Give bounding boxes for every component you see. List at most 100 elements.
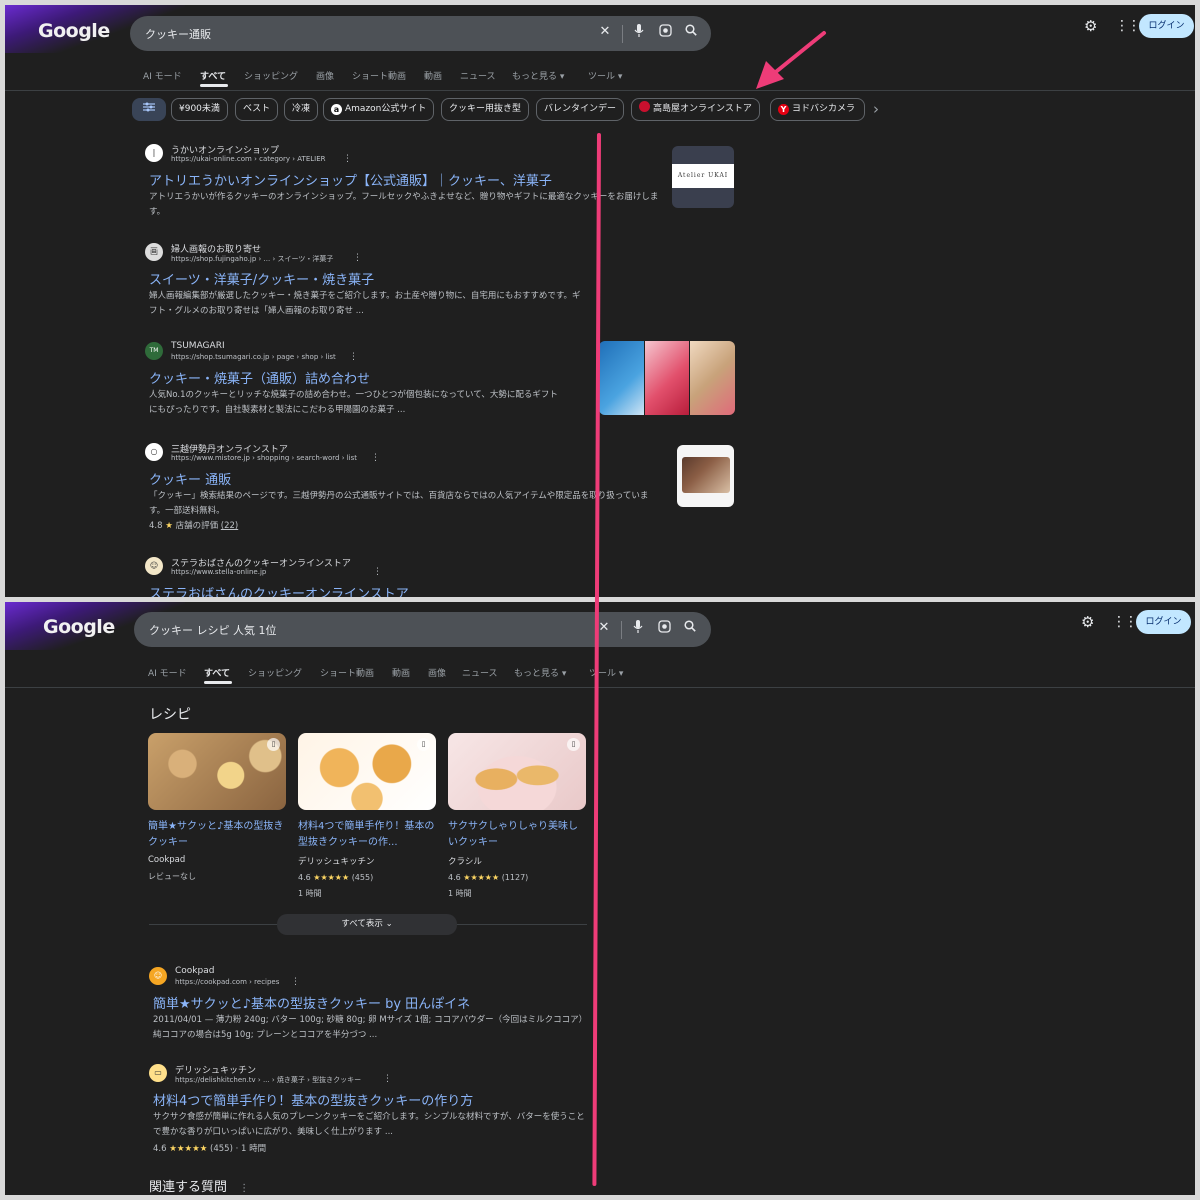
tab-videos[interactable]: 動画 (392, 666, 410, 679)
more-options-icon[interactable]: ⋮ (383, 1074, 392, 1084)
result-url[interactable]: https://www.stella-online.jp (171, 568, 266, 576)
result-title[interactable]: スイーツ・洋菓子/クッキー・焼き菓子 (149, 269, 374, 288)
result-title[interactable]: ステラおばさんのクッキーオンラインストア (149, 583, 409, 597)
chip-under-900[interactable]: ¥900未満 (171, 98, 228, 121)
result-url[interactable]: https://ukai-online.com › category › ATE… (171, 155, 326, 163)
result-title[interactable]: 材料4つで簡単手作り！基本の型抜きクッキーの作り方 (153, 1090, 473, 1109)
tab-news[interactable]: ニュース (462, 666, 498, 679)
recipe-image-kurashiru: ▯ (448, 733, 586, 810)
chip-cookie-cutter[interactable]: クッキー用抜き型 (441, 98, 530, 121)
search-bar[interactable]: クッキー通販 ✕ (130, 16, 711, 51)
more-options-icon[interactable]: ⋮ (291, 977, 300, 987)
login-button[interactable]: ログイン (1136, 610, 1191, 634)
search-icon[interactable] (681, 620, 699, 636)
tab-ai-mode[interactable]: AI モード (148, 666, 187, 679)
result-url[interactable]: https://shop.tsumagari.co.jp › page › sh… (171, 353, 336, 361)
bookmark-icon[interactable]: ▯ (417, 738, 430, 751)
recipe-title[interactable]: 簡単★サクッと♪基本の型抜きクッキー (148, 819, 286, 851)
result-url[interactable]: https://delishkitchen.tv › ... › 焼き菓子 › … (175, 1075, 361, 1085)
result-site[interactable]: TSUMAGARI (171, 341, 225, 351)
clear-icon[interactable]: ✕ (596, 24, 614, 39)
stars-icon: ★★★★★ (463, 873, 500, 882)
tab-images[interactable]: 画像 (428, 666, 446, 679)
tab-short-videos[interactable]: ショート動画 (352, 69, 406, 82)
result-snippet: アトリエうかいが作るクッキーのオンラインショップ。フールセックやふきよせなど、贈… (149, 192, 659, 217)
result-url[interactable]: https://www.mistore.jp › shopping › sear… (171, 454, 357, 462)
lens-icon[interactable] (655, 620, 673, 637)
chip-takashimaya[interactable]: 高島屋オンラインストア (631, 98, 760, 121)
tab-images[interactable]: 画像 (316, 69, 334, 82)
result-site[interactable]: Cookpad (175, 966, 214, 976)
result-thumbnail-strip[interactable] (599, 341, 735, 415)
google-logo[interactable]: Google (43, 616, 115, 638)
more-options-icon[interactable]: ⋮ (239, 1183, 249, 1194)
recipes-heading: レシピ (149, 707, 191, 723)
mic-icon[interactable] (630, 24, 648, 41)
search-divider (622, 25, 623, 43)
search-bar[interactable]: クッキー レシピ 人気 1位 ✕ (134, 612, 711, 647)
search-input[interactable]: クッキー通販 (145, 26, 211, 42)
search-icon[interactable] (682, 24, 700, 40)
result-title[interactable]: クッキー・焼菓子（通販）詰め合わせ (149, 368, 370, 387)
gear-icon[interactable]: ⚙ (1081, 613, 1094, 631)
recipe-card[interactable]: ▯ 材料4つで簡単手作り！基本の型抜きクッキーの作... デリッシュキッチン 4… (298, 733, 436, 899)
chevron-down-icon: ⌄ (385, 919, 393, 929)
delishkitchen-favicon: ▭ (149, 1064, 167, 1082)
result-title[interactable]: 簡単★サクッと♪基本の型抜きクッキー by 田んぽイネ (153, 993, 470, 1012)
chip-best[interactable]: ベスト (235, 98, 279, 121)
active-tab-indicator (200, 84, 228, 87)
chip-frozen[interactable]: 冷凍 (284, 98, 319, 121)
result-rating: 4.6 ★★★★★ (455) · 1 時間 (153, 1144, 267, 1154)
bookmark-icon[interactable]: ▯ (567, 738, 580, 751)
result-thumbnail[interactable]: Atelier UKAI (672, 146, 734, 208)
google-logo[interactable]: Google (38, 20, 110, 42)
result-thumbnail[interactable] (677, 445, 734, 507)
tab-tools[interactable]: ツール ▾ (588, 69, 622, 82)
tab-shopping[interactable]: ショッピング (248, 666, 302, 679)
tab-more[interactable]: もっと見る ▾ (512, 69, 564, 82)
more-options-icon[interactable]: ⋮ (343, 154, 352, 164)
recipe-review: レビューなし (148, 872, 196, 881)
tab-ai-mode[interactable]: AI モード (143, 69, 182, 82)
tab-all[interactable]: すべて (204, 666, 230, 679)
result-snippet: 人気No.1のクッキーとリッチな焼菓子の詰め合わせ。一つひとつが個包装になってい… (149, 390, 558, 415)
recipe-card[interactable]: ▯ 簡単★サクッと♪基本の型抜きクッキー Cookpad レビューなし (148, 733, 286, 882)
bookmark-icon[interactable]: ▯ (267, 738, 280, 751)
result-url[interactable]: https://cookpad.com › recipes (175, 978, 279, 986)
more-options-icon[interactable]: ⋮ (349, 352, 358, 362)
login-button[interactable]: ログイン (1139, 14, 1194, 38)
tab-news[interactable]: ニュース (460, 69, 496, 82)
result-title[interactable]: クッキー 通販 (149, 469, 231, 488)
mic-icon[interactable] (629, 620, 647, 637)
result-snippet: 2011/04/01 — 薄力粉 240g; バター 100g; 砂糖 80g;… (153, 1015, 588, 1040)
chip-amazon[interactable]: a Amazon公式サイト (323, 98, 435, 121)
tab-short-videos[interactable]: ショート動画 (320, 666, 374, 679)
result-title[interactable]: アトリエうかいオンラインショップ【公式通販】｜クッキー、洋菓子 (149, 170, 552, 189)
filter-chip-settings[interactable] (132, 98, 166, 121)
tab-more[interactable]: もっと見る ▾ (514, 666, 566, 679)
chip-yodobashi[interactable]: Y ヨドバシカメラ (770, 98, 865, 121)
result-snippet: サクサク食感が簡単に作れる人気のプレーンクッキーをご紹介します。シンプルな材料で… (153, 1112, 585, 1137)
chevron-right-icon[interactable]: › (873, 100, 879, 118)
more-options-icon[interactable]: ⋮ (353, 253, 362, 263)
recipe-card[interactable]: ▯ サクサクしゃりしゃり美味しいクッキー クラシル 4.6 ★★★★★ (112… (448, 733, 586, 899)
fujingaho-favicon: 画 (145, 243, 163, 261)
chip-valentine[interactable]: バレンタインデー (536, 98, 625, 121)
gear-icon[interactable]: ⚙ (1084, 17, 1097, 35)
more-options-icon[interactable]: ⋮ (371, 453, 380, 463)
recipe-time: 1 時間 (448, 889, 472, 898)
result-url[interactable]: https://shop.fujingaho.jp › ... › スイーツ・洋… (171, 254, 333, 264)
store-rating: 4.8 ★ 店舗の評価 (22) (149, 521, 239, 531)
recipe-title[interactable]: サクサクしゃりしゃり美味しいクッキー (448, 819, 586, 851)
recipe-title[interactable]: 材料4つで簡単手作り！基本の型抜きクッキーの作... (298, 819, 436, 851)
show-all-button[interactable]: すべて表示 ⌄ (277, 914, 457, 935)
search-input[interactable]: クッキー レシピ 人気 1位 (149, 622, 277, 638)
annotation-arrow-icon (756, 31, 826, 89)
recipe-source: クラシル (448, 857, 482, 867)
tab-videos[interactable]: 動画 (424, 69, 442, 82)
more-options-icon[interactable]: ⋮ (373, 567, 382, 577)
tab-shopping[interactable]: ショッピング (244, 69, 298, 82)
tab-all[interactable]: すべて (200, 69, 226, 82)
search-divider (621, 621, 622, 639)
lens-icon[interactable] (656, 24, 674, 41)
